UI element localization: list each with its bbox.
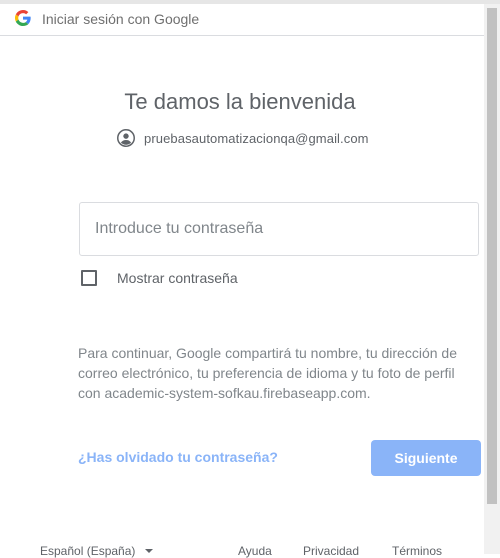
show-password-label[interactable]: Mostrar contraseña <box>117 270 238 286</box>
language-label: Español (España) <box>40 544 136 558</box>
title-bar: Iniciar sesión con Google <box>0 4 484 36</box>
forgot-password-link[interactable]: ¿Has olvidado tu contraseña? <box>78 449 278 465</box>
show-password-toggle[interactable]: Mostrar contraseña <box>81 268 238 288</box>
scrollbar-thumb[interactable] <box>487 8 497 504</box>
heading-text: Te damos la bienvenida <box>124 89 356 114</box>
page-heading: Te damos la bienvenida <box>0 89 484 115</box>
footer-privacy-link[interactable]: Privacidad <box>303 544 359 558</box>
dropdown-caret-icon <box>145 549 154 553</box>
sharing-disclaimer: Para continuar, Google compartirá tu nom… <box>78 345 457 401</box>
footer-help-link[interactable]: Ayuda <box>238 544 272 558</box>
footer: Español (España) Ayuda Privacidad Términ… <box>0 544 484 558</box>
account-email: pruebasautomatizacionqa@gmail.com <box>144 130 369 146</box>
show-password-checkbox[interactable] <box>81 270 97 286</box>
account-circle-icon <box>117 129 135 147</box>
language-selector[interactable]: Español (España) <box>40 544 154 558</box>
footer-terms-link[interactable]: Términos <box>392 544 442 558</box>
password-input[interactable] <box>81 204 477 254</box>
next-button[interactable]: Siguiente <box>371 440 481 476</box>
password-field[interactable] <box>79 202 479 256</box>
google-g-icon <box>15 10 31 26</box>
account-chip[interactable]: pruebasautomatizacionqa@gmail.com <box>117 128 369 148</box>
window-title: Iniciar sesión con Google <box>42 11 200 27</box>
